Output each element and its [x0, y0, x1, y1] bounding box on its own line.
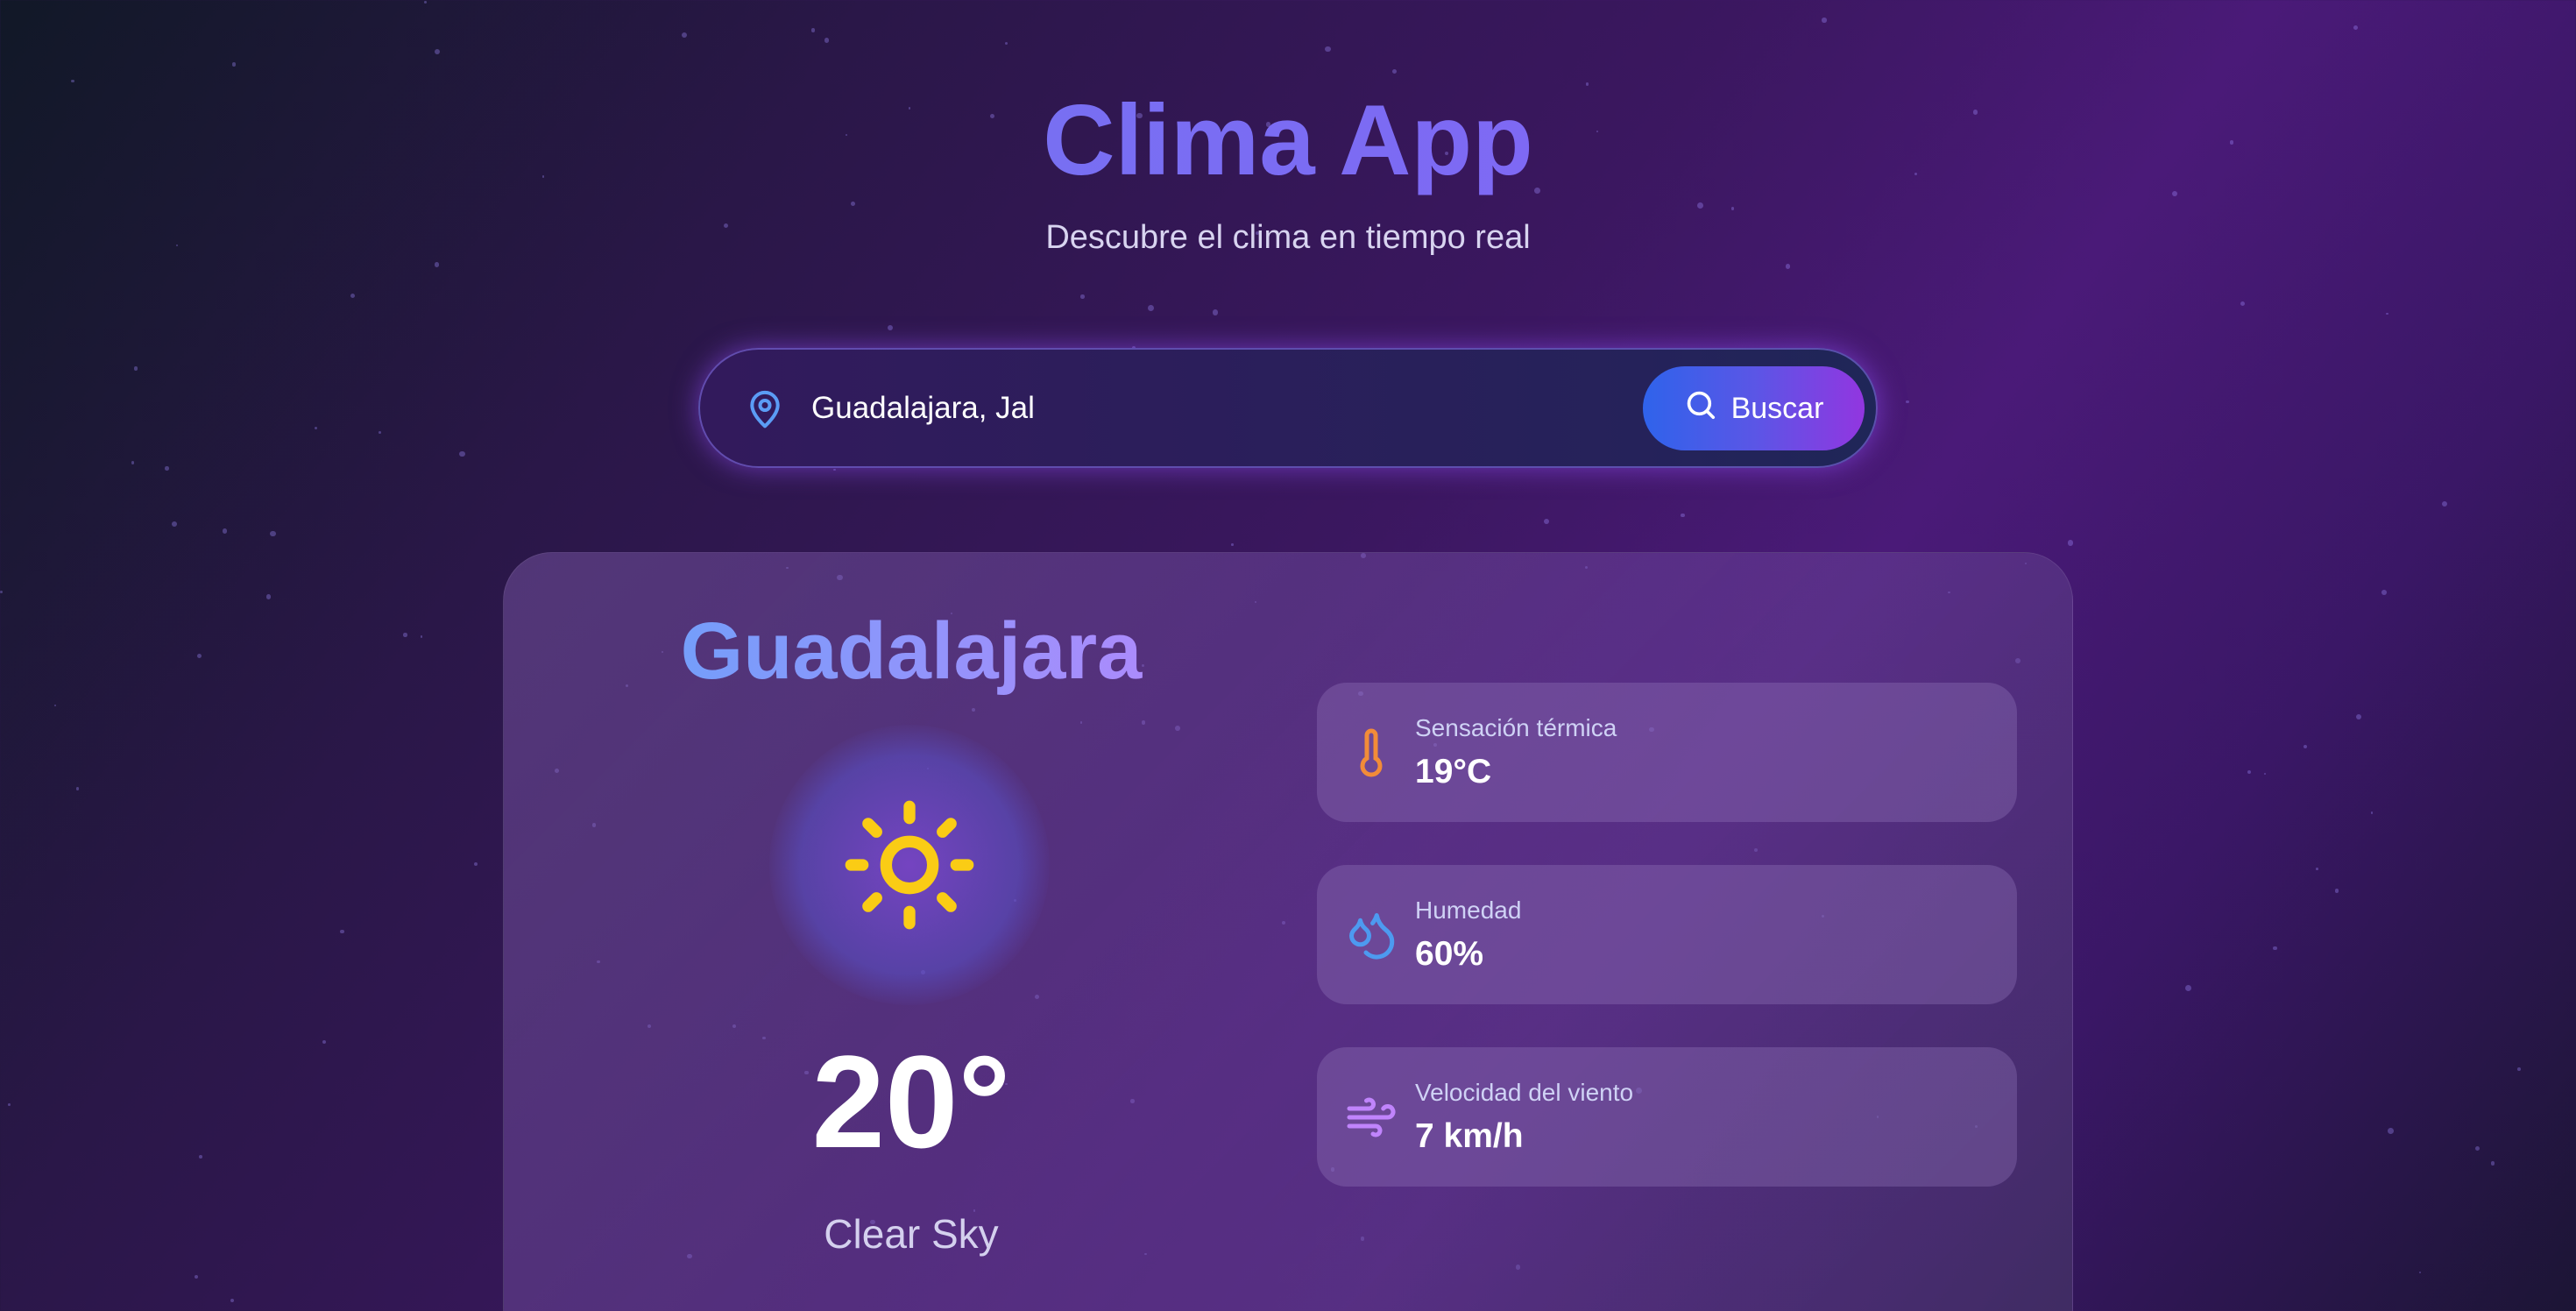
- stat-label: Sensación térmica: [1415, 714, 1617, 741]
- star: [2185, 984, 2192, 991]
- star: [2387, 1128, 2394, 1134]
- stat-value: 60%: [1415, 935, 1484, 973]
- star: [2370, 811, 2374, 815]
- search-icon: [1684, 388, 1717, 429]
- stat-value: 7 km/h: [1415, 1117, 1524, 1155]
- star: [0, 591, 4, 594]
- star: [434, 262, 439, 267]
- star: [851, 201, 856, 206]
- search-button[interactable]: Buscar: [1643, 366, 1865, 450]
- star: [350, 293, 356, 299]
- star: [2067, 540, 2074, 547]
- stat-label: Velocidad del viento: [1415, 1079, 1634, 1106]
- weather-card: Guadalajara 20° Clear Sky Sensación térm…: [503, 552, 2073, 1311]
- star: [810, 28, 816, 32]
- star: [270, 530, 276, 537]
- star: [2353, 25, 2358, 30]
- star: [2474, 1145, 2480, 1152]
- star: [833, 468, 836, 471]
- star: [887, 324, 894, 331]
- app-title: Clima App: [0, 83, 2576, 198]
- wind-icon: [1345, 1091, 1398, 1144]
- star: [1080, 294, 1085, 299]
- star: [1697, 202, 1703, 209]
- star: [1325, 46, 1332, 53]
- star: [423, 1, 427, 4]
- star: [1543, 518, 1550, 525]
- droplets-icon: [1345, 909, 1398, 961]
- star: [824, 38, 830, 43]
- sun-icon: [839, 795, 980, 939]
- star: [1391, 68, 1397, 74]
- star: [314, 427, 318, 430]
- stat-value: 19°C: [1415, 753, 1492, 790]
- star: [1231, 543, 1234, 546]
- star: [2316, 868, 2318, 870]
- temperature: 20°: [811, 1028, 1011, 1175]
- star: [53, 704, 57, 706]
- city-name: Guadalajara: [504, 606, 1319, 698]
- star: [681, 32, 687, 38]
- star: [70, 79, 74, 83]
- star: [265, 594, 272, 599]
- star: [222, 528, 227, 534]
- star: [420, 635, 423, 638]
- weather-description: Clear Sky: [824, 1211, 999, 1257]
- star: [2273, 946, 2277, 951]
- star: [2334, 889, 2339, 893]
- star: [2381, 590, 2387, 595]
- star: [165, 466, 169, 471]
- star: [2247, 769, 2251, 775]
- star: [198, 1155, 202, 1159]
- star: [379, 431, 382, 435]
- star: [2386, 313, 2388, 315]
- stat-wind: Velocidad del viento 7 km/h: [1317, 1047, 2017, 1187]
- star: [1785, 264, 1791, 270]
- map-pin-icon: [746, 388, 784, 436]
- star: [75, 787, 80, 790]
- star: [473, 861, 478, 866]
- star: [2356, 714, 2362, 720]
- star: [1004, 41, 1008, 45]
- star: [434, 48, 441, 55]
- star: [2442, 500, 2448, 507]
- star: [2263, 772, 2267, 776]
- star: [1212, 309, 1219, 315]
- star: [7, 1103, 11, 1106]
- star: [2240, 301, 2245, 307]
- star: [322, 1039, 327, 1044]
- star: [197, 653, 202, 659]
- star: [1730, 207, 1734, 210]
- star: [2491, 1161, 2495, 1166]
- star: [1148, 304, 1155, 311]
- star: [2517, 1067, 2522, 1072]
- stat-label: Humedad: [1415, 896, 1522, 924]
- star: [230, 1298, 235, 1303]
- star: [2303, 745, 2307, 749]
- star: [134, 366, 138, 371]
- star: [1822, 18, 1827, 23]
- star: [194, 1275, 198, 1279]
- star: [459, 450, 465, 457]
- star: [403, 633, 407, 637]
- search-button-label: Buscar: [1730, 391, 1824, 425]
- star: [172, 521, 177, 527]
- star: [131, 461, 135, 464]
- star: [339, 929, 344, 934]
- star: [2419, 1271, 2422, 1274]
- star: [1680, 513, 1685, 518]
- star: [232, 62, 237, 67]
- stat-feels-like: Sensación térmica 19°C: [1317, 683, 2017, 822]
- city-search-input[interactable]: [811, 383, 1600, 434]
- stat-humidity: Humedad 60%: [1317, 865, 2017, 1004]
- star: [1906, 400, 1909, 404]
- thermometer-icon: [1345, 726, 1398, 779]
- search-bar: Buscar: [698, 348, 1878, 468]
- app-subtitle: Descubre el clima en tiempo real: [1045, 219, 1531, 256]
